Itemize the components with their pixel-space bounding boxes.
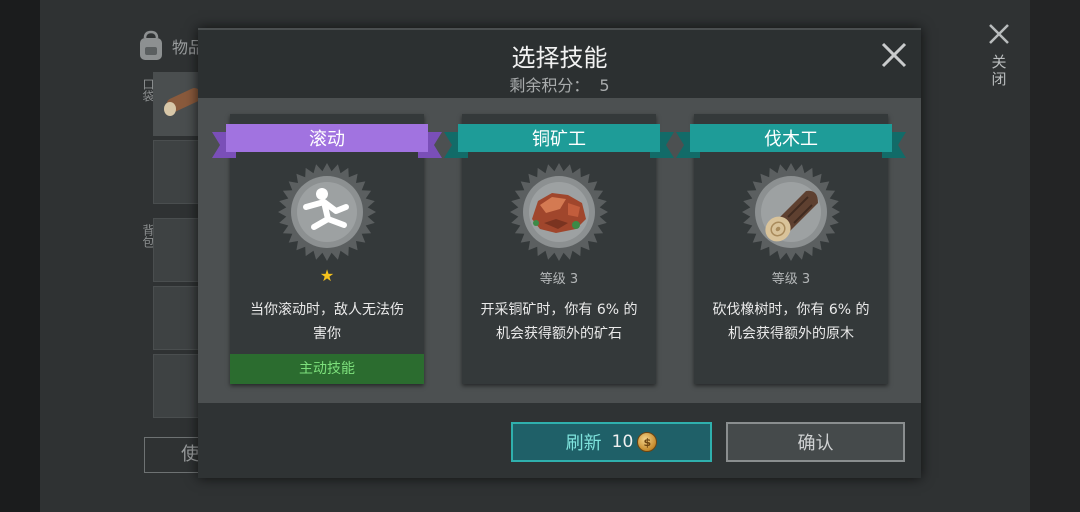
refresh-button[interactable]: 刷新 10 $ bbox=[511, 422, 712, 462]
right-edge-strip bbox=[1030, 0, 1080, 512]
refresh-cost-value: 10 bbox=[611, 432, 634, 452]
backpack-icon bbox=[140, 30, 162, 60]
skill-card-rolling[interactable]: 滚动 ★ 当你滚动时，敌人无法伤 害你 主动技能 bbox=[212, 114, 442, 384]
refresh-label: 刷新 bbox=[565, 433, 602, 454]
skill-description: 开采铜矿时，你有 6% 的 机会获得额外的矿石 bbox=[472, 298, 646, 346]
skill-name: 铜矿工 bbox=[458, 124, 660, 152]
coin-icon: $ bbox=[637, 432, 658, 452]
skill-name: 伐木工 bbox=[690, 124, 892, 152]
skill-level: 等级 3 bbox=[539, 272, 579, 287]
dialog-header: 选择技能 剩余积分： 5 bbox=[198, 30, 921, 98]
description-line: 当你滚动时，敌人无法伤 bbox=[250, 302, 404, 318]
inventory-header: 物品 bbox=[136, 30, 204, 62]
skill-ribbon: 伐木工 bbox=[676, 124, 906, 158]
description-line: 机会获得额外的矿石 bbox=[496, 326, 622, 342]
skill-description: 砍伐橡树时，你有 6% 的 机会获得额外的原木 bbox=[704, 298, 878, 346]
rolling-person-icon bbox=[303, 188, 349, 230]
points-value: 5 bbox=[599, 76, 610, 95]
use-button[interactable]: 使用 bbox=[144, 437, 206, 473]
remaining-points: 剩余积分： 5 bbox=[198, 72, 921, 96]
skill-ribbon: 滚动 bbox=[212, 124, 442, 158]
skill-card-copper-miner[interactable]: 铜矿工 等级 3 开采铜矿时，你有 6% 的 机会获得额外的矿石 bbox=[444, 114, 674, 384]
skill-level: 等级 3 bbox=[771, 272, 811, 287]
close-icon bbox=[989, 24, 1009, 44]
dialog-close-icon[interactable] bbox=[879, 40, 909, 70]
description-line: 机会获得额外的原木 bbox=[728, 326, 854, 342]
description-line: 害你 bbox=[313, 326, 341, 342]
skill-ribbon: 铜矿工 bbox=[444, 124, 674, 158]
points-label: 剩余积分： bbox=[509, 76, 590, 95]
copper-ore-icon bbox=[532, 193, 586, 233]
dialog-title: 选择技能 bbox=[511, 44, 608, 72]
active-skill-badge: 主动技能 bbox=[230, 354, 424, 384]
refresh-cost: 10 $ bbox=[612, 432, 658, 452]
skill-name: 滚动 bbox=[226, 124, 428, 152]
description-line: 砍伐橡树时，你有 6% 的 bbox=[712, 302, 870, 318]
close-label: 关闭 bbox=[989, 54, 1008, 88]
description-line: 开采铜矿时，你有 6% 的 bbox=[480, 302, 638, 318]
skill-description: 当你滚动时，敌人无法伤 害你 bbox=[240, 298, 414, 346]
skill-select-dialog: 选择技能 剩余积分： 5 滚动 ★ 当你滚动时，敌人无法伤 害你 主动技能 铜矿… bbox=[198, 28, 921, 478]
wood-log-icon bbox=[765, 190, 818, 242]
star-rating: ★ bbox=[319, 266, 335, 285]
skill-card-lumberjack[interactable]: 伐木工 等级 3 砍伐橡树时，你有 6% 的 机会获得额外的原木 bbox=[676, 114, 906, 384]
close-inventory-button[interactable]: 关闭 bbox=[984, 22, 1014, 88]
confirm-button[interactable]: 确认 bbox=[726, 422, 905, 462]
